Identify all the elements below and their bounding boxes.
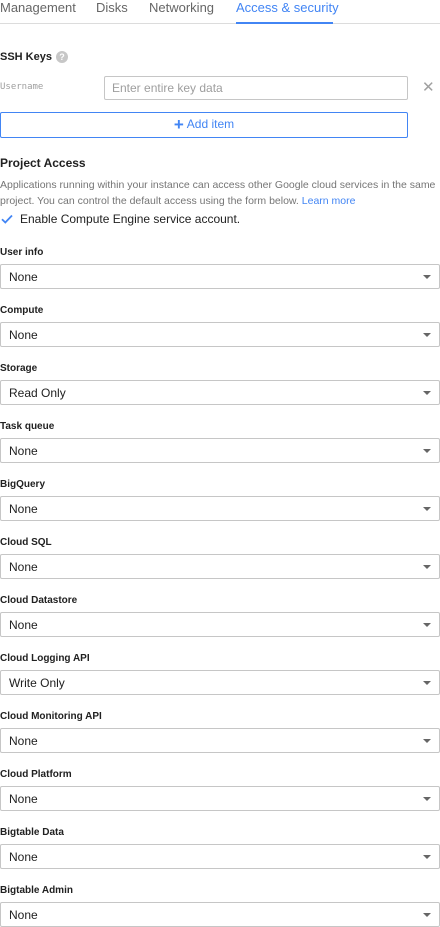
user-info-select[interactable]: None	[0, 264, 440, 289]
field-label: Bigtable Admin	[0, 885, 73, 896]
field-bigtable-data: Bigtable Data None	[0, 827, 440, 869]
remove-key-icon[interactable]: ✕	[422, 79, 435, 97]
field-label: User info	[0, 247, 44, 258]
field-cloud-platform: Cloud Platform None	[0, 769, 440, 811]
dropdown-caret-icon	[423, 507, 431, 511]
tab-networking[interactable]: Networking	[149, 0, 214, 24]
project-access-description: Applications running within your instanc…	[0, 177, 440, 209]
select-value: None	[9, 618, 38, 632]
bigquery-select[interactable]: None	[0, 496, 440, 521]
cloud-monitoring-api-select[interactable]: None	[0, 728, 440, 753]
select-value: None	[9, 560, 38, 574]
service-account-checkbox-label: Enable Compute Engine service account.	[20, 212, 241, 226]
tab-bar: Management Disks Networking Access & sec…	[0, 0, 440, 24]
field-cloud-sql: Cloud SQL None	[0, 537, 440, 579]
project-access-description-text: Applications running within your instanc…	[0, 179, 436, 207]
field-cloud-datastore: Cloud Datastore None	[0, 595, 440, 637]
field-cloud-monitoring-api: Cloud Monitoring API None	[0, 711, 440, 753]
dropdown-caret-icon	[423, 275, 431, 279]
bigtable-data-select[interactable]: None	[0, 844, 440, 869]
active-tab-indicator	[236, 22, 333, 24]
field-label: Cloud Logging API	[0, 653, 90, 664]
select-value: None	[9, 734, 38, 748]
dropdown-caret-icon	[423, 913, 431, 917]
select-value: None	[9, 502, 38, 516]
ssh-key-input[interactable]	[104, 76, 408, 100]
task-queue-select[interactable]: None	[0, 438, 440, 463]
cloud-sql-select[interactable]: None	[0, 554, 440, 579]
field-bigtable-admin: Bigtable Admin None	[0, 885, 440, 927]
select-value: None	[9, 850, 38, 864]
cloud-logging-api-select[interactable]: Write Only	[0, 670, 440, 695]
help-icon[interactable]: ?	[56, 51, 68, 63]
field-bigquery: BigQuery None	[0, 479, 440, 521]
dropdown-caret-icon	[423, 391, 431, 395]
project-access-title: Project Access	[0, 156, 86, 170]
cloud-platform-select[interactable]: None	[0, 786, 440, 811]
field-compute: Compute None	[0, 305, 440, 347]
field-user-info: User info None	[0, 247, 440, 289]
cloud-datastore-select[interactable]: None	[0, 612, 440, 637]
field-label: Cloud Platform	[0, 769, 72, 780]
field-task-queue: Task queue None	[0, 421, 440, 463]
learn-more-link[interactable]: Learn more	[302, 195, 356, 207]
field-label: Cloud Datastore	[0, 595, 78, 606]
select-value: Read Only	[9, 386, 66, 400]
dropdown-caret-icon	[423, 565, 431, 569]
compute-select[interactable]: None	[0, 322, 440, 347]
add-item-button[interactable]: + Add item	[0, 112, 408, 138]
field-label: Bigtable Data	[0, 827, 64, 838]
tab-disks[interactable]: Disks	[96, 0, 128, 24]
field-cloud-logging-api: Cloud Logging API Write Only	[0, 653, 440, 695]
field-label: Task queue	[0, 421, 55, 432]
select-value: Write Only	[9, 676, 65, 690]
field-label: Compute	[0, 305, 44, 316]
username-label: Username	[0, 82, 44, 92]
dropdown-caret-icon	[423, 739, 431, 743]
dropdown-caret-icon	[423, 449, 431, 453]
storage-select[interactable]: Read Only	[0, 380, 440, 405]
dropdown-caret-icon	[423, 333, 431, 337]
dropdown-caret-icon	[423, 855, 431, 859]
tab-management[interactable]: Management	[0, 0, 76, 24]
tab-access-security-label: Access & security	[236, 0, 339, 15]
dropdown-caret-icon	[423, 623, 431, 627]
checkbox-checked-icon[interactable]	[0, 212, 14, 226]
bigtable-admin-select[interactable]: None	[0, 902, 440, 927]
dropdown-caret-icon	[423, 681, 431, 685]
select-value: None	[9, 792, 38, 806]
field-label: BigQuery	[0, 479, 46, 490]
select-value: None	[9, 270, 38, 284]
field-label: Cloud SQL	[0, 537, 52, 548]
ssh-keys-title: SSH Keys	[0, 51, 52, 63]
dropdown-caret-icon	[423, 797, 431, 801]
select-value: None	[9, 444, 38, 458]
field-storage: Storage Read Only	[0, 363, 440, 405]
add-item-label: Add item	[186, 117, 235, 131]
tab-access-security[interactable]: Access & security	[236, 0, 339, 24]
select-value: None	[9, 328, 38, 342]
field-label: Cloud Monitoring API	[0, 711, 102, 722]
select-value: None	[9, 908, 38, 922]
field-label: Storage	[0, 363, 38, 374]
plus-icon: +	[173, 115, 184, 134]
